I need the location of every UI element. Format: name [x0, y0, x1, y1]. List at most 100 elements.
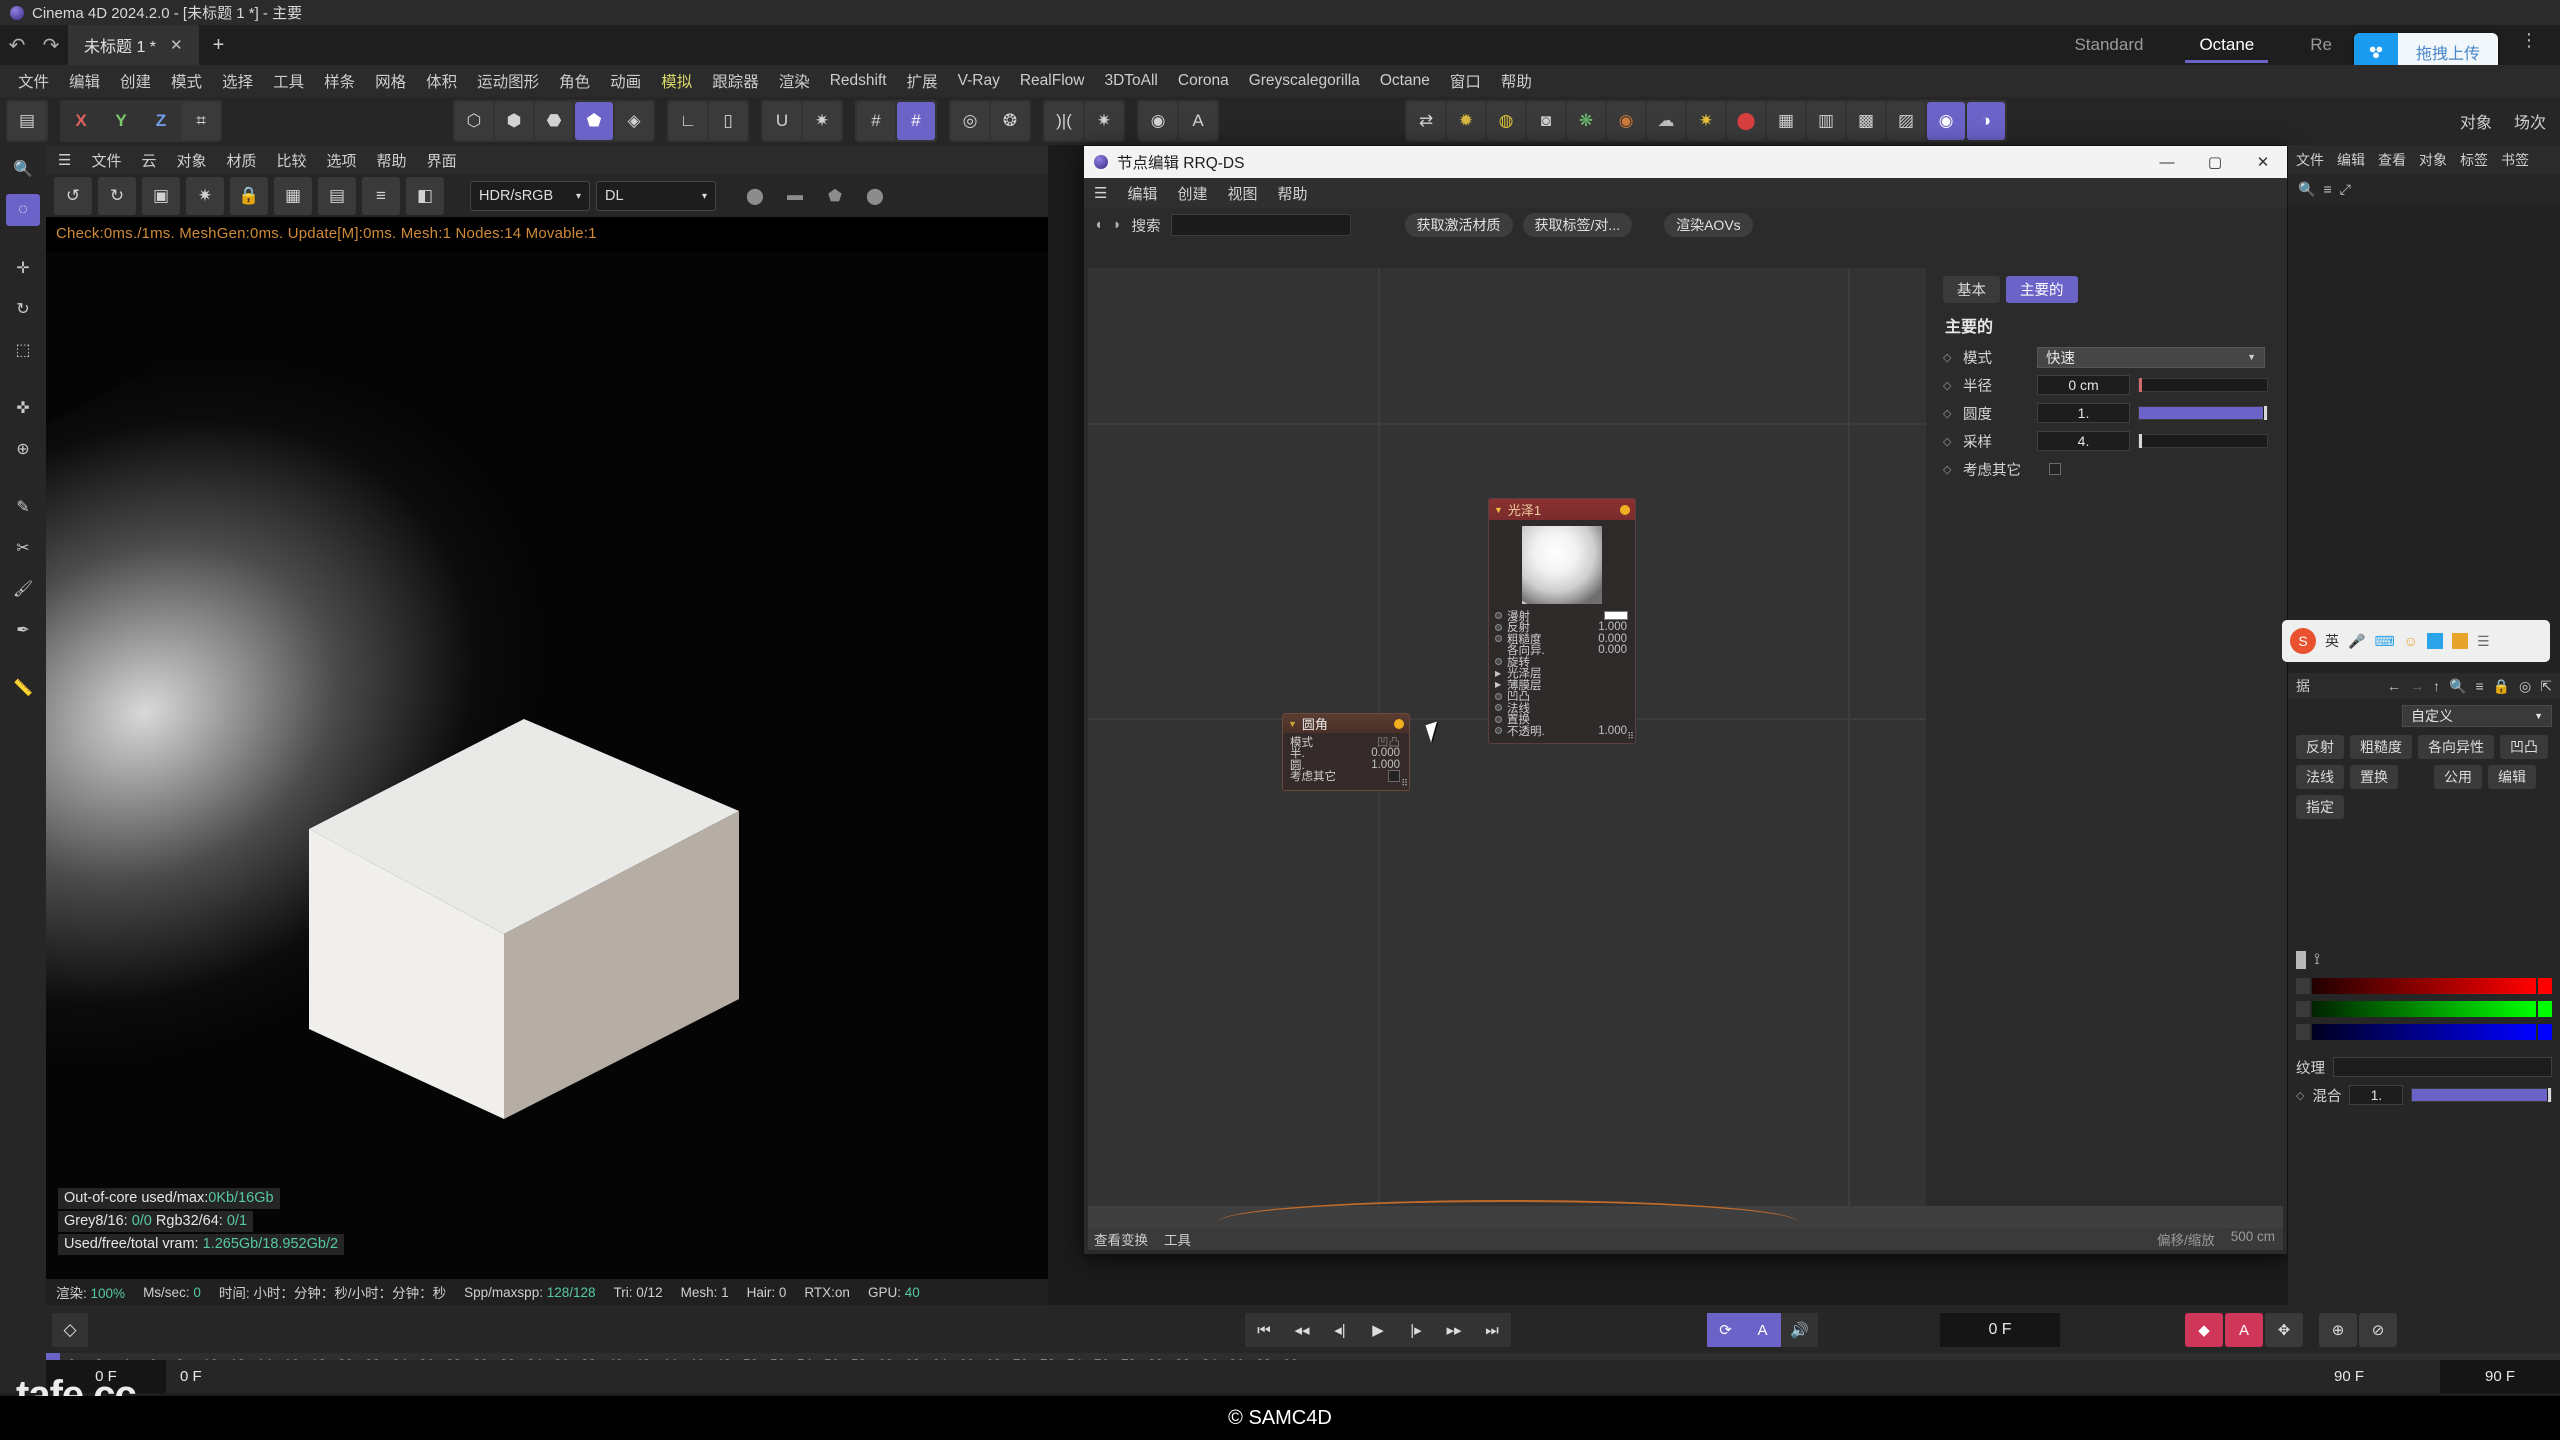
magnet-snap-icon[interactable]: U [763, 102, 801, 140]
polygon-object-icon[interactable]: ⬟ [575, 102, 613, 140]
menu-item-mesh[interactable]: 网格 [365, 70, 416, 92]
viewport-menu-material[interactable]: 材质 [227, 150, 257, 171]
viewport-menu-help[interactable]: 帮助 [377, 150, 407, 171]
filter-icon[interactable]: ≡ [362, 177, 400, 215]
move-icon[interactable]: ✛ [6, 252, 40, 284]
node-port-mode[interactable]: 模式 凹凸 [1288, 736, 1404, 749]
menu-item-3dtoall[interactable]: 3DToAll [1094, 72, 1167, 90]
red-knob[interactable] [2538, 978, 2552, 994]
filter-icon[interactable]: ≡ [2475, 678, 2483, 694]
chip-reflection[interactable]: 反射 [2296, 735, 2344, 759]
next-frame-icon[interactable]: |▸ [1397, 1313, 1435, 1347]
consider-other-checkbox[interactable] [2049, 463, 2061, 475]
menu-item-character[interactable]: 角色 [549, 70, 600, 92]
keyframe-diamond-icon[interactable]: ◇ [52, 1313, 88, 1347]
grid-toggle-icon[interactable]: ▦ [274, 177, 312, 215]
search-icon[interactable]: 🔍 [2298, 181, 2315, 198]
octane-tex-icon[interactable]: ▨ [1887, 102, 1925, 140]
get-active-material-button[interactable]: 获取激活材质 [1404, 213, 1513, 237]
chip-edit[interactable]: 编辑 [2488, 765, 2536, 789]
menu-item-file[interactable]: 文件 [8, 70, 59, 92]
node-editor-titlebar[interactable]: 节点编辑 RRQ-DS — ▢ ✕ [1084, 146, 2287, 178]
menu-item-render[interactable]: 渲染 [769, 70, 820, 92]
light-icon[interactable]: ⬟ [818, 180, 852, 212]
range-start2-field[interactable]: 0 F [166, 1360, 286, 1393]
loop-icon[interactable]: ⟳ [1707, 1313, 1744, 1347]
octane-render-icon[interactable]: ⇄ [1407, 102, 1445, 140]
keyboard-icon[interactable]: ⌨ [2374, 633, 2394, 650]
octane-kernel-icon[interactable]: ◉ [1927, 102, 1965, 140]
collapse-triangle-icon[interactable]: ▼ [1288, 719, 1297, 729]
sound-icon[interactable]: 🔊 [1781, 1313, 1818, 1347]
null-object-icon[interactable]: ⬡ [455, 102, 493, 140]
node-output-port[interactable] [1620, 504, 1630, 515]
mode-dropdown[interactable]: 快速 ▼ [2037, 346, 2265, 368]
autokey-icon[interactable]: A [1744, 1313, 1781, 1347]
node-graph-canvas[interactable]: ▼ 圆角 模式 凹凸 半. 0.000 圆. 1.000 考虑其它 ⠿ ▼ 光泽… [1088, 268, 1926, 1206]
node-menu-edit[interactable]: 编辑 [1127, 183, 1157, 204]
octane-live-icon[interactable]: ✹ [1447, 102, 1485, 140]
radius-input[interactable]: 0 cm [2037, 375, 2130, 395]
octane-cloud-icon[interactable]: ☁ [1647, 102, 1685, 140]
menu-item-simulation[interactable]: 模拟 [651, 70, 702, 92]
redo-arrow-icon[interactable]: ↷ [34, 33, 68, 58]
octane-lut-icon[interactable]: ◑ [1967, 102, 2005, 140]
new-tab-button[interactable]: + [199, 34, 239, 57]
blue-knob[interactable] [2538, 1024, 2552, 1040]
node-port-consider-other[interactable]: 考虑其它 [1288, 770, 1404, 783]
mix-slider[interactable] [2411, 1088, 2552, 1102]
rendermode-dropdown[interactable]: DL ▾ [596, 181, 716, 211]
axis-y-icon[interactable]: Y [102, 102, 140, 140]
collapse-triangle-icon[interactable]: ▼ [1494, 505, 1503, 515]
octane-camera-icon[interactable]: ◍ [1487, 102, 1525, 140]
workplane-icon[interactable]: ▯ [709, 102, 747, 140]
snap-settings-icon[interactable]: ✷ [803, 102, 841, 140]
magnet-icon[interactable]: ✜ [6, 392, 40, 424]
samples-input[interactable]: 4. [2037, 431, 2130, 451]
viewport-menu-compare[interactable]: 比较 [277, 150, 307, 171]
render-region-icon[interactable]: ▣ [142, 177, 180, 215]
eyedropper-icon[interactable]: ⟟ [2314, 951, 2320, 969]
roundness-input[interactable]: 1. [2037, 403, 2130, 423]
viewport-menu-object[interactable]: 对象 [176, 150, 206, 171]
scale-icon[interactable]: ⬚ [6, 334, 40, 366]
rgb-slider-green[interactable] [2296, 1001, 2552, 1017]
tools-label[interactable]: 工具 [1164, 1229, 1191, 1249]
preset-dropdown[interactable]: 自定义 ▼ [2402, 705, 2552, 727]
node-port-opacity[interactable]: 不透明. 1.000 [1493, 725, 1631, 738]
slider-knob[interactable] [2139, 434, 2142, 448]
axis-x-icon[interactable]: X [62, 102, 100, 140]
range-end-field[interactable]: 90 F [2320, 1360, 2440, 1393]
rgb-slider-red[interactable] [2296, 978, 2552, 994]
port-dot-icon[interactable] [1495, 623, 1502, 631]
gear-icon[interactable]: ✷ [1085, 102, 1123, 140]
expand-arrow-icon[interactable]: ▶ [1495, 669, 1502, 678]
ime-mode-label[interactable]: 英 [2325, 631, 2339, 651]
pen-icon[interactable]: ✒ [6, 614, 40, 646]
menu-item-corona[interactable]: Corona [1168, 72, 1239, 90]
color-preview-swatch[interactable] [2296, 951, 2306, 969]
node-minimap[interactable] [1088, 1200, 2283, 1228]
menu-item-octane[interactable]: Octane [1370, 72, 1440, 90]
menu-item-extensions[interactable]: 扩展 [897, 70, 948, 92]
octane-stop-icon[interactable]: ⬤ [1727, 102, 1765, 140]
ball-icon[interactable]: ⬤ [858, 180, 892, 212]
octane-obj-icon[interactable]: ◉ [1607, 102, 1645, 140]
target-icon[interactable]: ◎ [2519, 678, 2531, 695]
render-all-icon[interactable]: A [1179, 102, 1217, 140]
nav-back-icon[interactable]: ◖ [1094, 217, 1103, 233]
node-round-edges[interactable]: ▼ 圆角 模式 凹凸 半. 0.000 圆. 1.000 考虑其它 ⠿ [1282, 713, 1410, 791]
object-manager-tree[interactable] [2288, 203, 2560, 673]
menu-item-mode[interactable]: 模式 [161, 70, 212, 92]
range-end2-field[interactable]: 90 F [2440, 1360, 2560, 1393]
resize-handle-icon[interactable]: ⠿ [1627, 731, 1634, 742]
view-transform-label[interactable]: 查看变换 [1094, 1229, 1148, 1249]
render-aovs-button[interactable]: 渲染AOVs [1664, 213, 1753, 237]
close-icon[interactable]: ✕ [2239, 146, 2287, 178]
minimize-icon[interactable]: — [2143, 146, 2191, 178]
tab-main[interactable]: 主要的 [2006, 276, 2078, 303]
sogou-ime-bar[interactable]: S 英 🎤 ⌨ ☺ ☰ [2282, 620, 2550, 662]
menu-item-vray[interactable]: V-Ray [948, 72, 1010, 90]
objmgr-menu-edit[interactable]: 编辑 [2337, 150, 2365, 170]
chip-common[interactable]: 公用 [2434, 765, 2482, 789]
